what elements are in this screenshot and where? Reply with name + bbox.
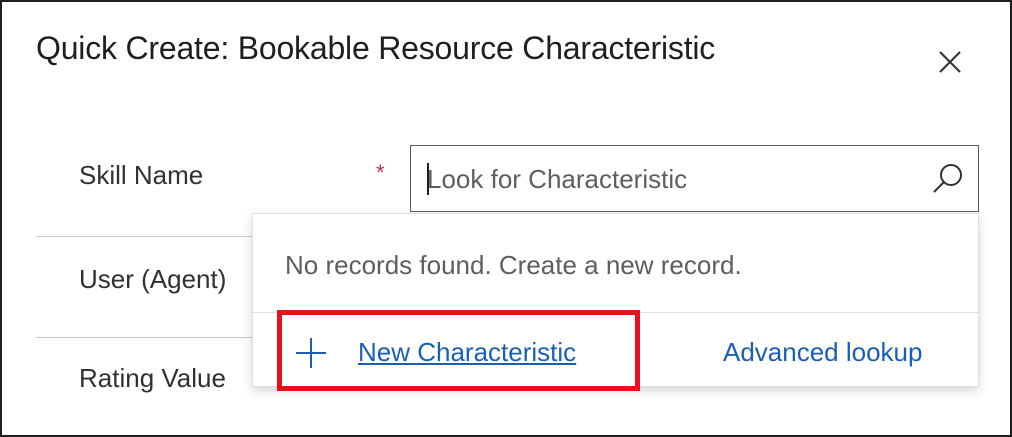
plus-icon <box>296 338 326 368</box>
skill-name-label: Skill Name <box>79 160 204 190</box>
dialog-title: Quick Create: Bookable Resource Characte… <box>36 30 716 66</box>
new-characteristic-link[interactable]: New Characteristic <box>358 337 576 368</box>
close-button[interactable] <box>934 46 966 78</box>
dropdown-divider <box>253 312 978 313</box>
search-button[interactable] <box>928 159 968 199</box>
text-cursor <box>427 163 429 195</box>
required-marker: * <box>376 160 385 185</box>
advanced-lookup-link[interactable]: Advanced lookup <box>723 337 922 368</box>
skill-name-search-input[interactable] <box>427 160 907 198</box>
no-records-message: No records found. Create a new record. <box>285 250 742 280</box>
new-record-button[interactable] <box>295 337 327 369</box>
rating-value-label: Rating Value <box>79 363 226 393</box>
user-agent-label: User (Agent) <box>79 264 227 294</box>
close-icon <box>939 51 961 73</box>
skill-name-lookup[interactable] <box>410 145 979 212</box>
field-divider <box>36 236 256 237</box>
field-divider <box>36 337 256 338</box>
search-icon <box>933 164 962 193</box>
